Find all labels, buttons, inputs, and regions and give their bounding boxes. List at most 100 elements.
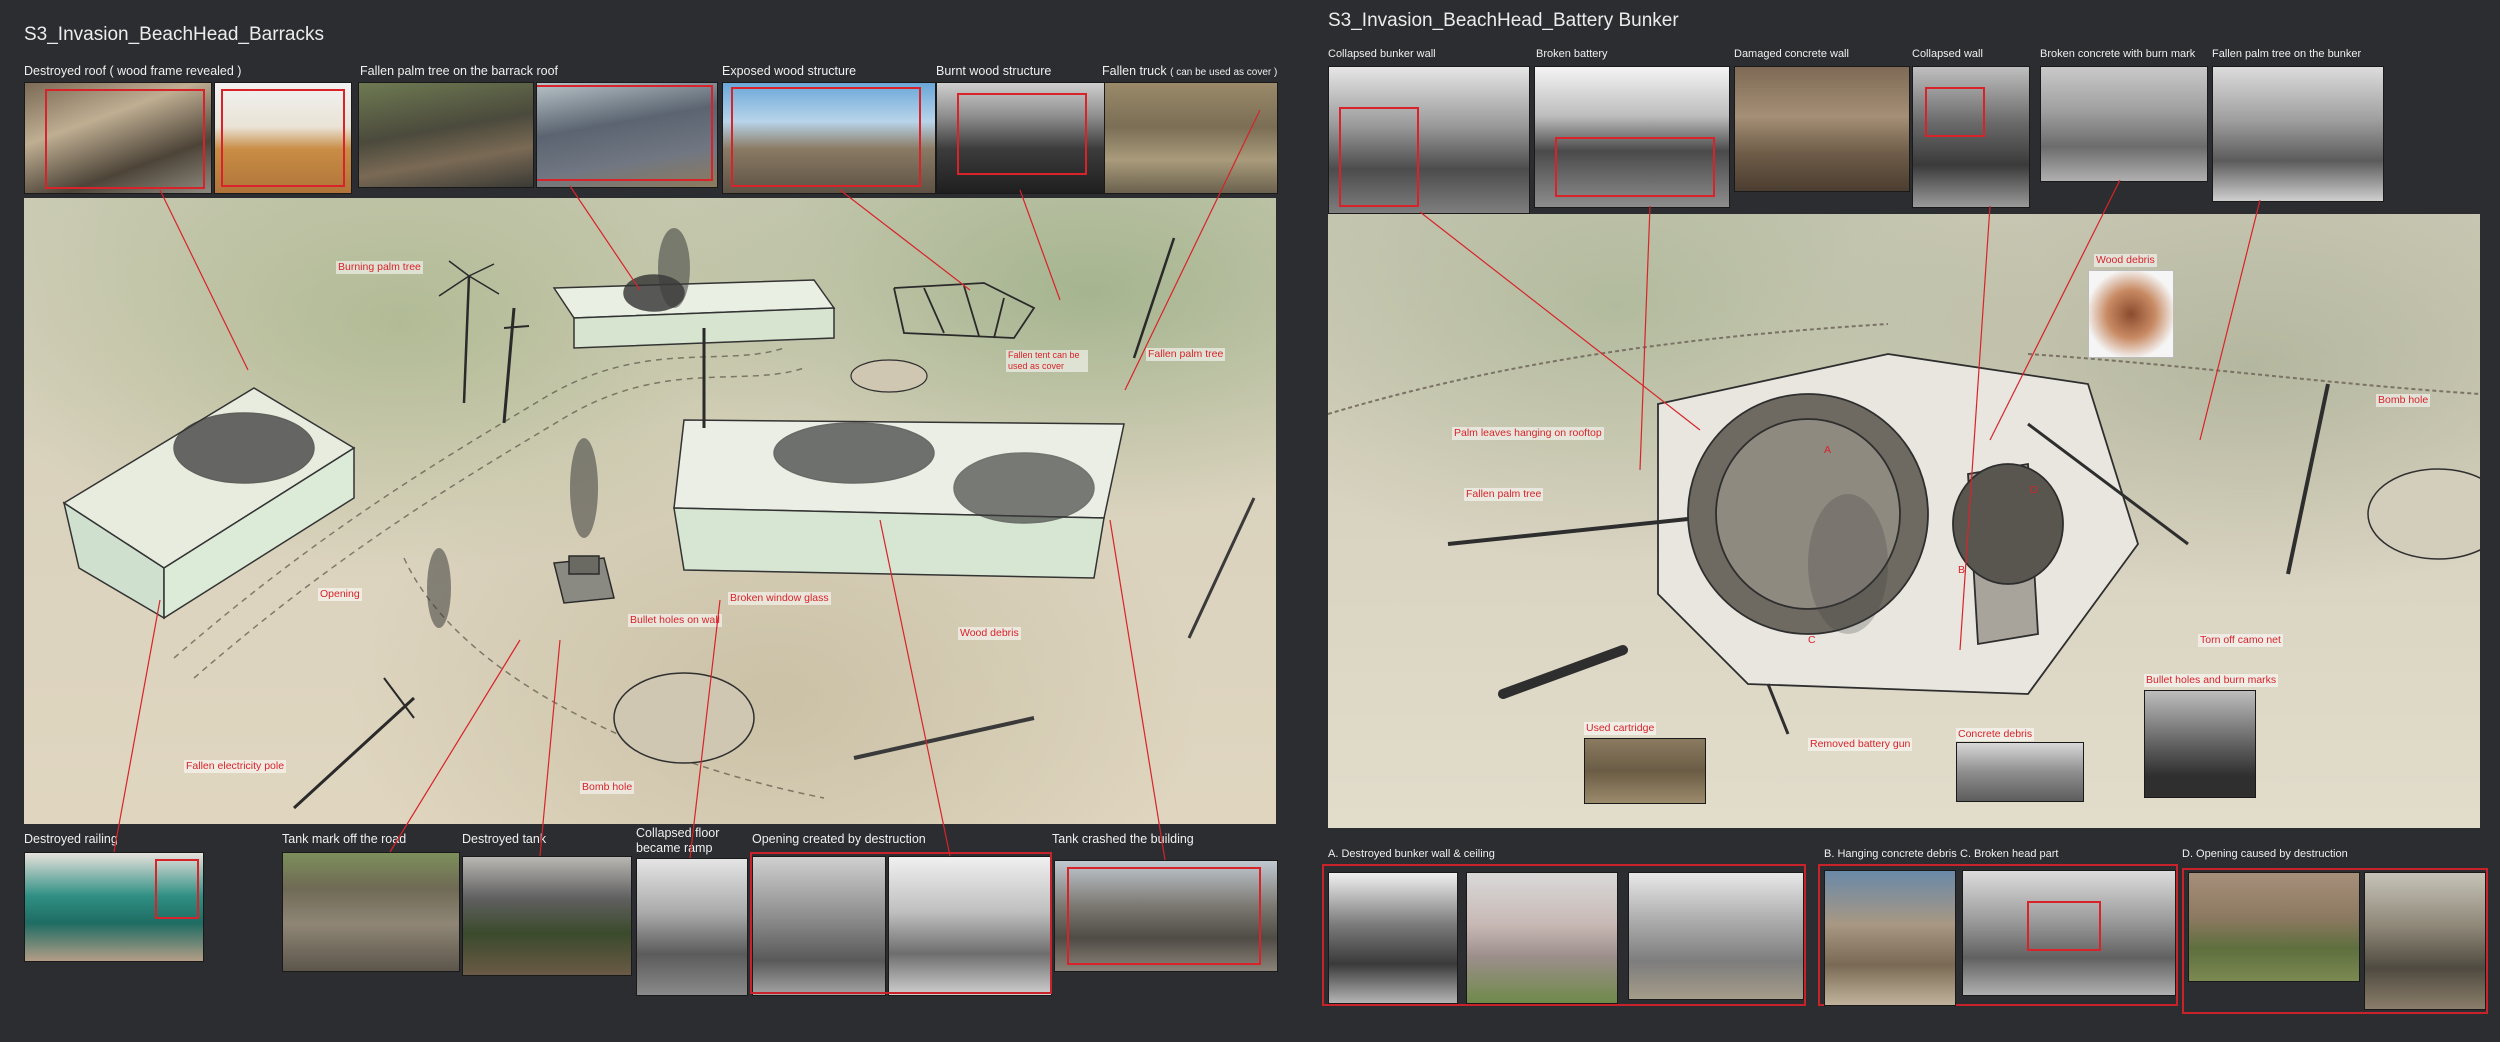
ref-photo-hanging-concrete bbox=[1824, 870, 1956, 1006]
ref-photo-burnt-wood bbox=[936, 82, 1108, 194]
ref-label-damaged-concrete: Damaged concrete wall bbox=[1734, 48, 1849, 60]
callout-marker-a: A bbox=[1824, 444, 1832, 456]
ref-label-burnt-wood: Burnt wood structure bbox=[936, 64, 1052, 78]
ref-photo-collapsed-bunker-wall bbox=[1328, 66, 1530, 214]
bunker-structure bbox=[1657, 353, 2139, 695]
ref-label-destroyed-bunker-wall: A. Destroyed bunker wall & ceiling bbox=[1328, 848, 1495, 860]
ref-label-fallen-palm-bunker: Fallen palm tree on the bunker bbox=[2212, 48, 2362, 60]
callout-opening: Opening bbox=[318, 588, 362, 601]
ref-photo-destroyed-roof-2 bbox=[214, 82, 352, 194]
callout-burning-palm: Burning palm tree bbox=[336, 261, 423, 274]
callout-used-cartridge: Used cartridge bbox=[1584, 722, 1657, 735]
ref-photo-mark bbox=[1555, 137, 1715, 197]
ref-label-opening-destruction: Opening created by destruction bbox=[752, 832, 926, 846]
callout-bomb-hole-left: Bomb hole bbox=[580, 781, 635, 794]
ref-photo-mark bbox=[45, 89, 205, 189]
tank-sketch bbox=[553, 555, 615, 604]
callout-bullet-holes: Bullet holes on wall bbox=[628, 614, 722, 627]
bunker-board-title: S3_Invasion_BeachHead_Battery Bunker bbox=[1328, 10, 1679, 31]
callout-torn-camo: Torn off camo net bbox=[2198, 634, 2283, 647]
ref-label-collapsed-wall: Collapsed wall bbox=[1912, 48, 1983, 60]
ref-photo-mark bbox=[731, 87, 921, 187]
ref-label-tank-crashed: Tank crashed the building bbox=[1052, 832, 1194, 846]
ref-photo-damaged-concrete bbox=[1734, 66, 1910, 192]
callout-bullet-burn: Bullet holes and burn marks bbox=[2144, 674, 2279, 687]
ref-photo-collapsed-floor bbox=[636, 858, 748, 996]
ref-photo-destroyed-railing bbox=[24, 852, 204, 962]
callout-marker-c: C bbox=[1808, 634, 1816, 646]
ref-label-broken-battery: Broken battery bbox=[1536, 48, 1608, 60]
ref-photo-bunker-wall-a1 bbox=[1328, 872, 1458, 1004]
callout-marker-b: B bbox=[1958, 564, 1966, 576]
ref-label-tank-mark: Tank mark off the road bbox=[282, 832, 407, 846]
barracks-sketch-scene: Burning palm tree Fallen tent can be use… bbox=[24, 198, 1276, 824]
callout-broken-glass: Broken window glass bbox=[728, 592, 831, 605]
ref-photo-opening-d2 bbox=[2364, 872, 2486, 1010]
ref-photo-bunker-wall-a3 bbox=[1628, 872, 1804, 1000]
ref-photo-broken-battery bbox=[1534, 66, 1730, 208]
ref-photo-tank-mark bbox=[282, 852, 460, 972]
ref-label-broken-head: C. Broken head part bbox=[1960, 848, 2059, 860]
callout-palm-leaves: Palm leaves hanging on rooftop bbox=[1452, 427, 1604, 440]
callout-marker-d: D bbox=[2030, 484, 2038, 496]
bunker-sketch-drawing bbox=[1328, 323, 2480, 735]
callout-concrete-debris: Concrete debris bbox=[1956, 728, 2035, 741]
ref-photo-bunker-wall-a2 bbox=[1466, 872, 1618, 1004]
ref-photo-mark bbox=[1067, 867, 1261, 965]
ref-photo-tank-crashed bbox=[1054, 860, 1278, 972]
ref-photo-concrete-debris bbox=[1956, 742, 2084, 802]
ref-photo-mark bbox=[155, 859, 199, 919]
ref-photo-broken-head bbox=[1962, 870, 2176, 996]
ref-photo-used-cartridge bbox=[1584, 738, 1706, 804]
callout-wood-debris-right: Wood debris bbox=[2094, 254, 2157, 267]
battery-gun-barrel bbox=[1498, 645, 1628, 699]
callout-bomb-hole-right: Bomb hole bbox=[2376, 394, 2431, 407]
barracks-sketch-drawing bbox=[62, 228, 1256, 810]
ref-photo-mark bbox=[1925, 87, 1985, 137]
ref-photo-exposed-wood bbox=[722, 82, 936, 194]
ref-photo-wood-debris-inset bbox=[2088, 270, 2174, 358]
barracks-board-title: S3_Invasion_BeachHead_Barracks bbox=[24, 24, 324, 45]
ref-label-broken-concrete-burn: Broken concrete with burn mark bbox=[2040, 48, 2196, 60]
ref-photo-mark bbox=[2027, 901, 2101, 951]
ref-photo-fallen-truck bbox=[1104, 82, 1278, 194]
ref-label-opening-caused: D. Opening caused by destruction bbox=[2182, 848, 2348, 860]
bomb-hole-sketch bbox=[613, 672, 755, 764]
left-barracks-building bbox=[62, 387, 356, 620]
central-barracks-building bbox=[673, 419, 1125, 579]
ref-photo-destroyed-tank bbox=[462, 856, 632, 976]
callout-fallen-tent: Fallen tent can be used as cover bbox=[1006, 350, 1088, 372]
burnt-structure bbox=[893, 282, 1036, 339]
ref-photo-bullet-burn bbox=[2144, 690, 2256, 798]
ref-photo-fallen-palm-bunker bbox=[2212, 66, 2384, 202]
callout-fallen-palm-right: Fallen palm tree bbox=[1464, 488, 1544, 501]
ref-photo-opening-d1 bbox=[2188, 872, 2360, 982]
callout-fallen-pole: Fallen electricity pole bbox=[184, 760, 287, 773]
ref-photo-mark bbox=[537, 85, 713, 181]
ref-label-fallen-palm-roof: Fallen palm tree on the barrack roof bbox=[360, 64, 559, 78]
ref-label-fallen-truck: Fallen truck ( can be used as cover ) bbox=[1102, 64, 1277, 78]
ref-label-exposed-wood: Exposed wood structure bbox=[722, 64, 857, 78]
ref-photo-fallen-palm-roof-2 bbox=[536, 82, 718, 188]
ref-label-destroyed-tank: Destroyed tank bbox=[462, 832, 547, 846]
ref-label-destroyed-roof: Destroyed roof ( wood frame revealed ) bbox=[24, 64, 242, 78]
callout-fallen-palm: Fallen palm tree bbox=[1146, 348, 1226, 361]
ref-label-destroyed-railing: Destroyed railing bbox=[24, 832, 118, 846]
opening-refs-frame bbox=[750, 852, 1052, 994]
top-barracks-building bbox=[552, 274, 836, 349]
ref-photo-collapsed-wall bbox=[1912, 66, 2030, 208]
ref-photo-mark bbox=[221, 89, 345, 187]
ref-label-fallen-truck-note: ( can be used as cover ) bbox=[1170, 67, 1278, 78]
bunker-sketch-scene: Wood debris Bomb hole Palm leaves hangin… bbox=[1328, 214, 2480, 828]
ref-label-collapsed-floor: Collapsed floor became ramp bbox=[636, 826, 720, 855]
ref-label-hanging-concrete: B. Hanging concrete debris bbox=[1824, 848, 1957, 860]
ref-photo-mark bbox=[1339, 107, 1419, 207]
ref-label-fallen-truck-main: Fallen truck bbox=[1102, 64, 1167, 78]
ref-photo-fallen-palm-roof-1 bbox=[358, 82, 534, 188]
ref-photo-broken-concrete-burn bbox=[2040, 66, 2208, 182]
bomb-hole-right-sketch bbox=[2367, 468, 2480, 560]
callout-removed-gun: Removed battery gun bbox=[1808, 738, 1913, 751]
ref-label-collapsed-bunker-wall: Collapsed bunker wall bbox=[1328, 48, 1436, 60]
ref-photo-mark bbox=[957, 93, 1087, 175]
callout-wood-debris: Wood debris bbox=[958, 627, 1021, 640]
